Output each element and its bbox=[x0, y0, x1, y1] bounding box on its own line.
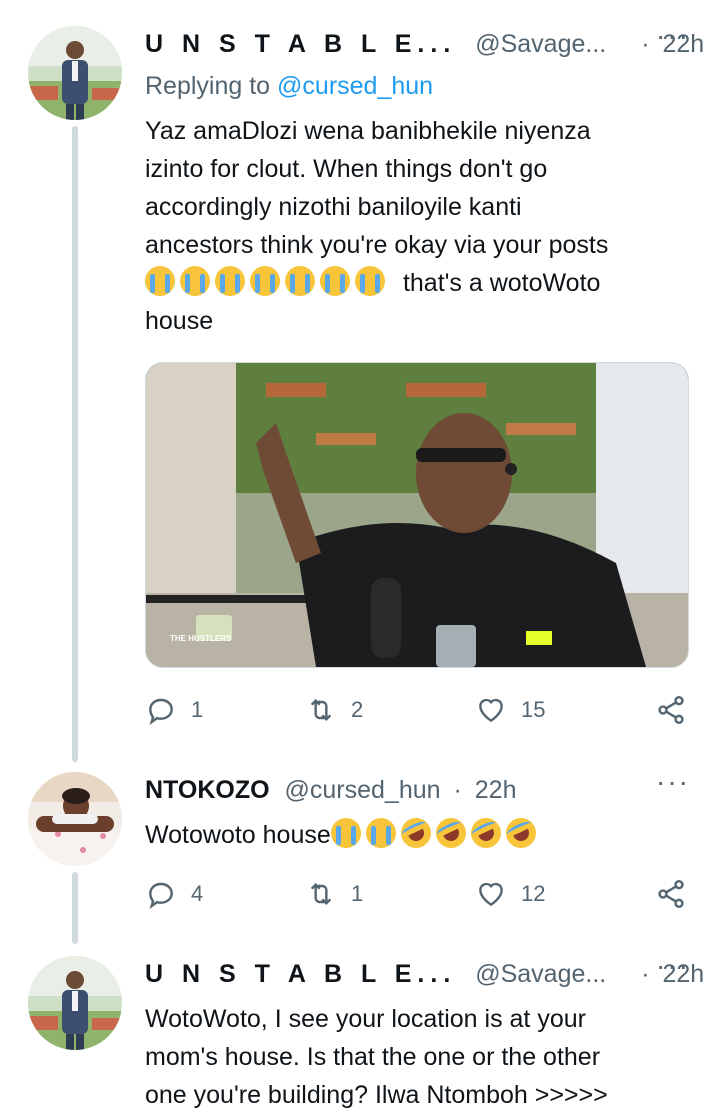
display-name[interactable]: U N S T A B L E... bbox=[145, 960, 456, 988]
tweet-3[interactable]: U N S T A B L E... @Savage... · 22h ··· … bbox=[0, 944, 720, 1116]
avatar[interactable] bbox=[28, 772, 122, 866]
reply-button[interactable]: 1 bbox=[145, 694, 203, 726]
more-icon[interactable]: ··· bbox=[656, 950, 690, 982]
loudly-crying-face-emoji bbox=[180, 266, 210, 296]
like-count: 12 bbox=[521, 881, 546, 906]
loudly-crying-face-emoji bbox=[330, 818, 361, 848]
tweet-header: NTOKOZO @cursed_hun · 22h ··· bbox=[145, 766, 690, 808]
rolling-on-floor-laughing-emoji bbox=[395, 813, 436, 853]
separator: · bbox=[453, 776, 462, 804]
like-button[interactable]: 15 bbox=[475, 694, 545, 726]
tweet-header: U N S T A B L E... @Savage... · 22h ··· bbox=[145, 20, 704, 62]
share-button[interactable] bbox=[655, 878, 687, 910]
tweet-header: U N S T A B L E... @Savage... · 22h ··· bbox=[145, 950, 704, 992]
text-line: izinto for clout. When things don't go bbox=[145, 155, 548, 183]
more-icon[interactable]: ··· bbox=[656, 20, 690, 52]
avatar[interactable] bbox=[28, 26, 122, 120]
loudly-crying-face-emoji bbox=[250, 266, 280, 296]
display-name[interactable]: NTOKOZO bbox=[145, 776, 270, 804]
like-count: 15 bbox=[521, 697, 546, 722]
reply-icon bbox=[149, 698, 173, 725]
replying-prefix: Replying to bbox=[145, 72, 271, 100]
rolling-on-floor-laughing-emoji bbox=[500, 813, 541, 853]
like-icon bbox=[479, 882, 503, 907]
reply-count: 1 bbox=[191, 697, 204, 722]
text-line: WotoWoto, I see your location is at your bbox=[145, 1005, 586, 1033]
display-name[interactable]: U N S T A B L E... bbox=[145, 30, 456, 58]
retweet-count: 2 bbox=[351, 697, 364, 722]
loudly-crying-face-emoji bbox=[145, 266, 175, 296]
retweet-icon bbox=[310, 882, 332, 906]
action-bar: 1 2 15 bbox=[145, 694, 690, 730]
user-handle[interactable]: @Savage... bbox=[475, 960, 606, 988]
share-button[interactable] bbox=[655, 694, 687, 726]
tweet-video-thumbnail[interactable]: THE HUSTLERS bbox=[145, 362, 689, 668]
tweet-text: Wotowoto house bbox=[145, 813, 685, 854]
timestamp[interactable]: 22h bbox=[475, 776, 517, 804]
reply-count: 4 bbox=[191, 881, 204, 906]
loudly-crying-face-emoji bbox=[215, 266, 245, 296]
tweet-text: Yaz amaDlozi wena banibhekile niyenza iz… bbox=[145, 112, 685, 340]
rolling-on-floor-laughing-emoji bbox=[430, 813, 471, 853]
like-button[interactable]: 12 bbox=[475, 878, 545, 910]
retweet-icon bbox=[310, 698, 332, 722]
user-handle[interactable]: @Savage... bbox=[475, 30, 606, 58]
text-line: one you're building? Ilwa Ntomboh >>>>> bbox=[145, 1081, 608, 1109]
text-line: Yaz amaDlozi wena banibhekile niyenza bbox=[145, 117, 591, 145]
loudly-crying-face-emoji bbox=[365, 818, 396, 848]
text-line: house bbox=[145, 307, 214, 335]
retweet-button[interactable]: 2 bbox=[305, 694, 363, 726]
more-icon[interactable]: ··· bbox=[656, 766, 690, 798]
avatar[interactable] bbox=[28, 956, 122, 1050]
share-icon bbox=[658, 696, 684, 724]
tweet-2[interactable]: NTOKOZO @cursed_hun · 22h ··· Wotowoto h… bbox=[0, 760, 720, 950]
media-overlay-label: THE HUSTLERS bbox=[170, 634, 232, 643]
mention-link[interactable]: @cursed_hun bbox=[277, 72, 433, 100]
loudly-crying-face-emoji bbox=[320, 266, 350, 296]
separator: · bbox=[641, 30, 650, 58]
emoji-line: that's a wotoWoto bbox=[145, 264, 685, 302]
reply-button[interactable]: 4 bbox=[145, 878, 203, 910]
tweet-1[interactable]: U N S T A B L E... @Savage... · 22h ··· … bbox=[0, 0, 720, 760]
text-line: accordingly nizothi baniloyile kanti bbox=[145, 193, 522, 221]
reply-icon bbox=[149, 882, 173, 909]
action-bar: 4 1 12 bbox=[145, 878, 690, 914]
user-handle[interactable]: @cursed_hun bbox=[285, 776, 441, 804]
retweet-count: 1 bbox=[351, 881, 364, 906]
like-icon bbox=[479, 698, 503, 723]
text-fragment: Wotowoto house bbox=[145, 821, 331, 849]
loudly-crying-face-emoji bbox=[285, 266, 315, 296]
share-icon bbox=[658, 880, 684, 908]
text-line: mom's house. Is that the one or the othe… bbox=[145, 1043, 601, 1071]
text-fragment: that's a wotoWoto bbox=[402, 269, 601, 297]
separator: · bbox=[641, 960, 650, 988]
tweet-text: WotoWoto, I see your location is at your… bbox=[145, 1000, 685, 1114]
text-line: ancestors think you're okay via your pos… bbox=[145, 231, 609, 259]
rolling-on-floor-laughing-emoji bbox=[465, 813, 506, 853]
replying-to: Replying to @cursed_hun bbox=[145, 72, 433, 101]
loudly-crying-face-emoji bbox=[355, 266, 385, 296]
retweet-button[interactable]: 1 bbox=[305, 878, 363, 910]
